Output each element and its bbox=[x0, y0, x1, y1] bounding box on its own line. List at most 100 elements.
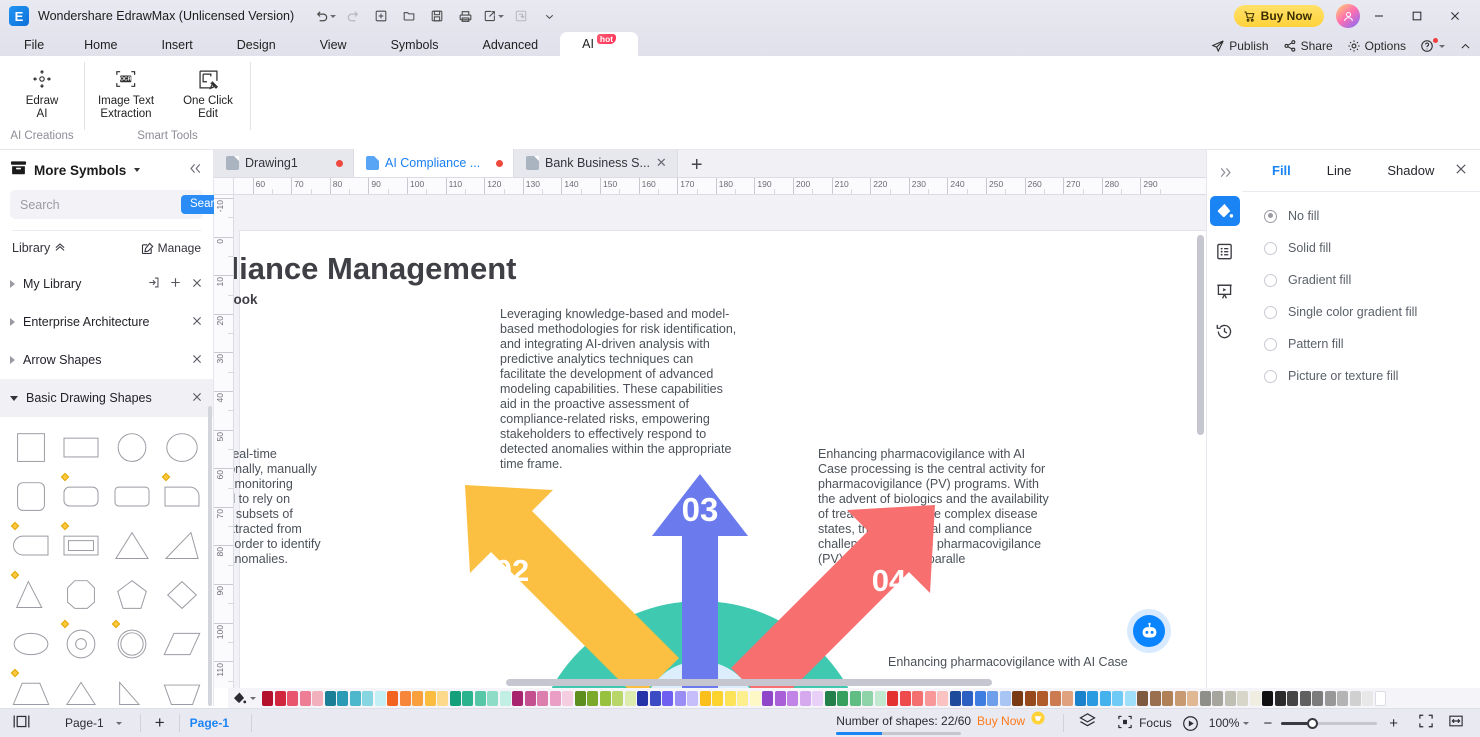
sidebar-item-my-library[interactable]: My Library bbox=[0, 265, 213, 303]
new-icon[interactable] bbox=[368, 4, 394, 28]
shape-item-octagon[interactable] bbox=[56, 570, 106, 619]
color-swatch[interactable] bbox=[737, 690, 748, 706]
ai-assistant-button[interactable] bbox=[1127, 609, 1171, 653]
color-swatch[interactable] bbox=[1012, 690, 1023, 706]
color-swatch[interactable] bbox=[487, 690, 498, 706]
help-button[interactable] bbox=[1420, 38, 1445, 53]
color-swatch[interactable] bbox=[1187, 690, 1198, 706]
radio-icon[interactable] bbox=[1264, 369, 1277, 383]
shape-item-square[interactable] bbox=[6, 423, 56, 472]
radio-icon[interactable] bbox=[1264, 241, 1277, 255]
color-swatch[interactable] bbox=[399, 690, 411, 706]
color-swatch[interactable] bbox=[1112, 690, 1123, 706]
maximize-button[interactable] bbox=[1398, 0, 1436, 32]
color-swatch[interactable] bbox=[1299, 690, 1311, 706]
color-swatch[interactable] bbox=[824, 690, 836, 706]
color-swatch[interactable] bbox=[849, 690, 861, 706]
color-swatch[interactable] bbox=[749, 690, 761, 706]
menu-item-symbols[interactable]: Symbols bbox=[369, 33, 461, 56]
menu-item-home[interactable]: Home bbox=[62, 33, 139, 56]
vertical-ruler[interactable]: -10 0 10 20 30 40 50 60 70 80 90 100 110 bbox=[214, 195, 234, 688]
focus-button[interactable]: Focus bbox=[1117, 714, 1172, 733]
color-swatch[interactable] bbox=[699, 690, 711, 706]
canvas-area[interactable]: mpliance Management ory outlook rs expec… bbox=[234, 195, 1206, 688]
fill-option-picture-or-texture-fill[interactable]: Picture or texture fill bbox=[1242, 360, 1480, 392]
close-icon[interactable] bbox=[191, 277, 203, 292]
zoom-slider-track[interactable] bbox=[1281, 717, 1378, 729]
menu-item-insert[interactable]: Insert bbox=[140, 33, 215, 56]
color-swatch[interactable] bbox=[524, 690, 536, 706]
tab-shadow[interactable]: Shadow bbox=[1369, 163, 1452, 178]
color-swatch[interactable] bbox=[949, 690, 961, 706]
color-swatch[interactable] bbox=[412, 690, 423, 706]
menu-item-ai[interactable]: AI hot bbox=[560, 32, 639, 56]
shape-item-narrow-triangle[interactable] bbox=[6, 570, 56, 619]
color-swatch[interactable] bbox=[537, 690, 548, 706]
layers-icon[interactable] bbox=[1074, 712, 1101, 735]
color-swatch[interactable] bbox=[1349, 690, 1361, 706]
color-swatch[interactable] bbox=[1274, 690, 1286, 706]
image-text-extraction-button[interactable]: OCR Image Text Extraction bbox=[85, 60, 167, 128]
color-swatch[interactable] bbox=[474, 690, 486, 706]
help-caret-icon[interactable] bbox=[1439, 44, 1445, 48]
color-swatch[interactable] bbox=[312, 690, 323, 706]
close-icon[interactable] bbox=[191, 353, 203, 368]
undo-icon[interactable] bbox=[312, 4, 338, 28]
color-swatch[interactable] bbox=[1174, 690, 1186, 706]
color-swatch[interactable] bbox=[637, 690, 648, 706]
shape-item-right-angle-triangle[interactable] bbox=[107, 668, 157, 706]
zoom-slider[interactable] bbox=[1281, 717, 1378, 729]
color-swatch[interactable] bbox=[837, 690, 848, 706]
document-tab-drawing1[interactable]: Drawing1 bbox=[214, 149, 354, 177]
properties-icon[interactable] bbox=[1210, 236, 1240, 266]
color-swatch[interactable] bbox=[1237, 690, 1248, 706]
color-swatch[interactable] bbox=[599, 690, 611, 706]
canvas-vertical-scrollbar[interactable] bbox=[1197, 235, 1204, 435]
avatar[interactable] bbox=[1336, 4, 1360, 28]
search-box[interactable]: Search bbox=[10, 190, 236, 219]
color-swatch[interactable] bbox=[274, 690, 286, 706]
page-layout-icon[interactable] bbox=[12, 714, 31, 732]
radio-icon[interactable] bbox=[1264, 273, 1277, 287]
sync-icon[interactable] bbox=[508, 4, 534, 28]
save-icon[interactable] bbox=[424, 4, 450, 28]
color-swatch[interactable] bbox=[1049, 690, 1061, 706]
color-swatch[interactable] bbox=[687, 690, 698, 706]
one-click-edit-button[interactable]: One Click Edit bbox=[167, 60, 249, 128]
color-swatch[interactable] bbox=[1374, 690, 1386, 706]
color-swatch[interactable] bbox=[1312, 690, 1323, 706]
radio-icon[interactable] bbox=[1264, 209, 1277, 223]
color-swatch[interactable] bbox=[1249, 690, 1261, 706]
undo-caret-icon[interactable] bbox=[330, 14, 337, 18]
color-swatch[interactable] bbox=[1362, 690, 1373, 706]
collapse-sidebar-icon[interactable] bbox=[188, 162, 203, 178]
add-page-button[interactable]: + bbox=[151, 713, 169, 733]
fill-option-gradient-fill[interactable]: Gradient fill bbox=[1242, 264, 1480, 296]
color-swatch[interactable] bbox=[799, 690, 811, 706]
color-swatch[interactable] bbox=[624, 690, 636, 706]
color-swatch[interactable] bbox=[387, 690, 398, 706]
color-swatch[interactable] bbox=[374, 690, 386, 706]
color-swatch[interactable] bbox=[1074, 690, 1086, 706]
fill-option-solid-fill[interactable]: Solid fill bbox=[1242, 232, 1480, 264]
sidebar-item-arrow-shapes[interactable]: Arrow Shapes bbox=[0, 341, 213, 379]
publish-button[interactable]: Publish bbox=[1211, 39, 1269, 53]
color-swatch[interactable] bbox=[887, 690, 898, 706]
menu-item-advanced[interactable]: Advanced bbox=[461, 33, 561, 56]
tab-line[interactable]: Line bbox=[1309, 163, 1370, 178]
color-swatch[interactable] bbox=[962, 690, 973, 706]
shape-item-one-rounded-corner-rect[interactable] bbox=[157, 472, 207, 521]
color-swatch[interactable] bbox=[424, 690, 436, 706]
color-swatch[interactable] bbox=[612, 690, 623, 706]
more-commands-icon[interactable] bbox=[536, 4, 562, 28]
color-swatch-list[interactable] bbox=[262, 690, 1387, 706]
tab-fill[interactable]: Fill bbox=[1254, 163, 1309, 178]
shape-item-rounded-square[interactable] bbox=[6, 472, 56, 521]
zoom-out-button[interactable]: − bbox=[1249, 715, 1281, 732]
color-swatch[interactable] bbox=[262, 690, 273, 706]
zoom-in-button[interactable]: + bbox=[1377, 715, 1410, 732]
close-icon[interactable] bbox=[191, 391, 203, 406]
color-swatch[interactable] bbox=[362, 690, 373, 706]
infographic-artwork[interactable]: 03 02 04 AI bbox=[380, 441, 1020, 688]
export-icon[interactable] bbox=[480, 4, 506, 28]
